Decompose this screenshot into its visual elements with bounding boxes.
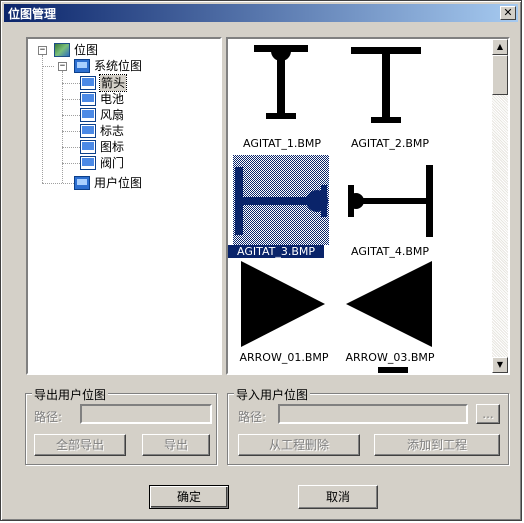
import-user-bitmaps-group: 导入用户位图 路径: ... 从工程删除 添加到工程 [227,386,509,465]
thumbnail-arrow-01[interactable] [231,261,331,347]
bitmap-folder-icon [80,156,96,170]
tree-line [42,55,43,183]
close-button[interactable]: ✕ [500,6,516,20]
thumbnail-label[interactable]: AGITAT_2.BMP [340,137,440,150]
bitmap-folder-icon [80,140,96,154]
agitator-t-bitmap [254,45,308,119]
tree-line [62,83,80,84]
close-icon: ✕ [503,6,513,19]
export-button[interactable]: 导出 [142,434,210,456]
scroll-down-button[interactable]: ▼ [492,357,508,373]
bitmap-folder-icon [80,124,96,138]
tree-line [62,147,80,148]
bitmap-folder-icon [80,92,96,106]
tree-node-label: 电池 [100,92,125,106]
thumbnail-label[interactable]: ARROW_03.BMP [338,351,442,364]
next-thumbnail-partial [378,367,408,373]
window-title: 位图管理 [8,7,57,21]
tree-line [62,99,80,100]
folder-icon [74,176,90,190]
export-path-label: 路径: [34,410,63,424]
thumbnail-agitat-3[interactable] [231,155,331,245]
bitmap-tree[interactable]: − 位图 − 系统位图 箭头 电池 风扇 标志 图标 阀门 用户位图 [26,37,222,375]
arrow-down-icon: ▼ [496,360,504,369]
tree-node-label: 箭头 [98,74,128,92]
tree-node-label: 系统位图 [94,59,143,73]
add-to-project-button[interactable]: 添加到工程 [374,434,500,456]
vertical-scrollbar[interactable]: ▲ ▼ [492,39,508,373]
export-user-bitmaps-group: 导出用户位图 路径: 全部导出 导出 [25,386,217,465]
thumbnail-label[interactable]: AGITAT_4.BMP [340,245,440,258]
tree-node-label: 用户位图 [94,176,143,190]
tree-node-label: 风扇 [100,108,125,122]
tree-line [42,183,74,184]
bitmap-preview-list[interactable]: AGITAT_1.BMP AGITAT_2.BMP AGITAT_3.BMP A… [226,37,510,375]
tree-node-label: 标志 [100,124,125,138]
import-path-label: 路径: [238,410,267,424]
collapse-icon[interactable]: − [58,62,67,71]
tree-line [42,66,54,67]
bitmap-manager-dialog: 位图管理 ✕ − 位图 − 系统位图 箭头 电池 风扇 标志 图标 阀门 用户位… [0,0,522,521]
thumbnail-label[interactable]: AGITAT_3.BMP [228,245,324,258]
arrow-right-bitmap [241,261,325,347]
collapse-icon[interactable]: − [38,46,47,55]
export-path-input[interactable] [80,404,212,424]
thumbnail-label[interactable]: AGITAT_1.BMP [232,137,332,150]
agitator-t-bitmap [351,47,421,123]
tree-line [62,115,80,116]
thumbnail-agitat-2[interactable] [336,45,436,129]
bitmap-folder-icon [80,108,96,122]
tree-line [62,71,63,183]
cancel-button[interactable]: 取消 [298,485,378,509]
agitator-horizontal-bitmap [233,155,329,245]
arrow-left-bitmap [346,261,432,347]
import-path-input[interactable] [278,404,468,424]
arrow-up-icon: ▲ [496,42,504,51]
agitator-horizontal-bitmap [348,165,433,237]
scroll-up-button[interactable]: ▲ [492,39,508,55]
tree-node-label: 图标 [100,140,125,154]
thumbnail-arrow-03[interactable] [340,261,440,347]
thumbnail-agitat-1[interactable] [231,45,331,129]
export-all-button[interactable]: 全部导出 [34,434,126,456]
bitmap-root-icon [54,43,70,57]
tree-line [62,131,80,132]
group-title: 导入用户位图 [234,386,311,403]
tree-node-label: 阀门 [100,156,125,170]
tree-node-label: 位图 [74,43,99,57]
scrollbar-thumb[interactable] [492,55,508,95]
browse-button[interactable]: ... [476,404,500,424]
group-title: 导出用户位图 [32,386,109,403]
title-bar[interactable]: 位图管理 ✕ [4,4,518,22]
ok-button[interactable]: 确定 [149,485,229,509]
remove-from-project-button[interactable]: 从工程删除 [238,434,360,456]
thumbnail-agitat-4[interactable] [340,155,440,245]
tree-line [62,163,80,164]
bitmap-folder-icon [80,76,96,90]
folder-icon [74,59,90,73]
thumbnail-label[interactable]: ARROW_01.BMP [228,351,340,364]
